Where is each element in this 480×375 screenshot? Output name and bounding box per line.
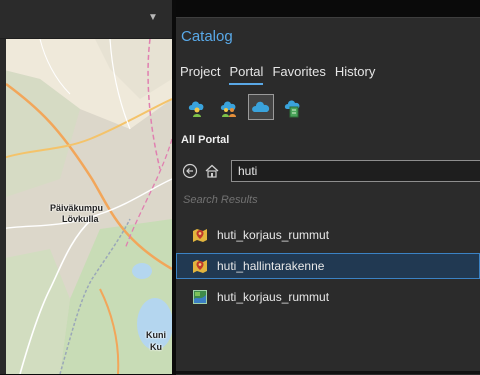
feature-layer-icon — [191, 257, 209, 275]
map-view-header: ▼ — [0, 0, 172, 39]
portal-scope-buttons — [184, 94, 306, 120]
map-label: Lövkulla — [62, 214, 99, 224]
all-portal-icon — [252, 101, 270, 112]
tab-history[interactable]: History — [335, 64, 375, 85]
chevron-down-icon[interactable]: ▼ — [148, 12, 158, 23]
map-label: Kuni — [146, 330, 166, 340]
back-button[interactable] — [181, 162, 199, 180]
search-results-list: huti_korjaus_rummut huti_hallintarakenne — [176, 222, 480, 315]
catalog-tabs: Project Portal Favorites History — [180, 64, 375, 85]
tab-project[interactable]: Project — [180, 64, 220, 85]
back-arrow-icon — [182, 163, 198, 179]
results-heading: Search Results — [183, 194, 258, 206]
map-label: Ku — [150, 342, 162, 352]
tab-favorites[interactable]: Favorites — [272, 64, 325, 85]
home-icon — [205, 164, 219, 178]
list-item[interactable]: huti_korjaus_rummut — [176, 284, 480, 310]
list-item[interactable]: huti_korjaus_rummut — [176, 222, 480, 248]
map-edge-strip — [0, 39, 6, 374]
living-atlas-icon — [284, 100, 300, 118]
search-input[interactable] — [231, 160, 480, 182]
list-item[interactable]: huti_hallintarakenne — [176, 253, 480, 279]
map-label: Päiväkumpu — [50, 203, 104, 213]
result-label: huti_korjaus_rummut — [217, 228, 330, 242]
all-portal-button[interactable] — [248, 94, 274, 120]
map-view[interactable]: Päiväkumpu Lövkulla Kuni Ku — [0, 39, 172, 374]
groups-icon — [220, 101, 236, 117]
home-button[interactable] — [203, 162, 221, 180]
groups-button[interactable] — [216, 94, 242, 120]
my-content-icon — [188, 101, 204, 117]
catalog-title: Catalog — [181, 28, 233, 45]
catalog-pane: Catalog Project Portal Favorites History — [176, 17, 480, 375]
result-label: huti_korjaus_rummut — [217, 290, 330, 304]
result-label: huti_hallintarakenne — [217, 259, 325, 273]
living-atlas-button[interactable] — [280, 94, 306, 120]
feature-layer-icon — [191, 226, 209, 244]
my-content-button[interactable] — [184, 94, 210, 120]
section-label: All Portal — [181, 134, 230, 146]
search-row — [181, 160, 480, 182]
map-package-icon — [191, 288, 209, 306]
tab-portal[interactable]: Portal — [229, 64, 264, 85]
